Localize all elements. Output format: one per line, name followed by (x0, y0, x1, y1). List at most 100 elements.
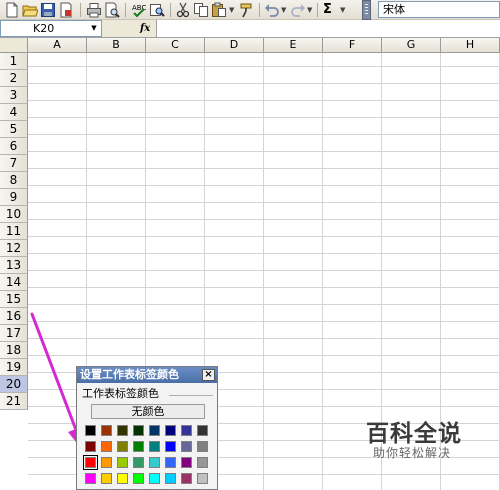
color-swatch[interactable] (165, 441, 176, 452)
name-box[interactable]: K20 (0, 20, 102, 37)
color-swatch[interactable] (197, 441, 208, 452)
redo-icon[interactable] (290, 2, 306, 18)
font-name-select[interactable]: 宋体 (378, 1, 500, 18)
toolbar-separator (170, 3, 171, 17)
undo-icon[interactable] (264, 2, 280, 18)
row-header-20[interactable]: 20 (0, 376, 28, 393)
row-header-3[interactable]: 3 (0, 87, 28, 104)
watermark-logo: 百科全说 助你轻松解决 (345, 408, 475, 468)
color-swatch[interactable] (165, 473, 176, 484)
column-header-d[interactable]: D (205, 38, 264, 53)
color-swatch[interactable] (181, 473, 192, 484)
row-header-21[interactable]: 21 (0, 393, 28, 410)
color-swatch[interactable] (149, 425, 160, 436)
insert-function-icon[interactable]: fx (140, 20, 154, 37)
spelling-icon[interactable]: ABC (131, 2, 147, 18)
row-header-2[interactable]: 2 (0, 70, 28, 87)
color-swatch[interactable] (165, 457, 176, 468)
row-header-13[interactable]: 13 (0, 257, 28, 274)
row-header-9[interactable]: 9 (0, 189, 28, 206)
undo-dropdown-icon[interactable]: ▼ (281, 2, 289, 18)
row-header-5[interactable]: 5 (0, 121, 28, 138)
cut-icon[interactable] (175, 2, 191, 18)
row-header-15[interactable]: 15 (0, 291, 28, 308)
color-swatch[interactable] (117, 425, 128, 436)
color-swatch[interactable] (101, 457, 112, 468)
row-header-1[interactable]: 1 (0, 53, 28, 70)
color-swatch[interactable] (133, 441, 144, 452)
column-header-c[interactable]: C (146, 38, 205, 53)
save-icon[interactable] (40, 2, 56, 18)
watermark-subtitle: 助你轻松解决 (373, 446, 452, 460)
row-header-10[interactable]: 10 (0, 206, 28, 223)
color-swatch[interactable] (101, 425, 112, 436)
color-swatch[interactable] (117, 457, 128, 468)
row-header-14[interactable]: 14 (0, 274, 28, 291)
autosum-dropdown-icon[interactable]: ▼ (340, 2, 348, 18)
name-box-dropdown-icon[interactable]: ▼ (88, 21, 100, 36)
row-header-8[interactable]: 8 (0, 172, 28, 189)
toolbar-separator (317, 3, 318, 17)
row-header-6[interactable]: 6 (0, 138, 28, 155)
color-swatch[interactable] (101, 441, 112, 452)
color-swatch[interactable] (83, 455, 98, 470)
row-header-11[interactable]: 11 (0, 223, 28, 240)
color-swatch[interactable] (149, 457, 160, 468)
redo-dropdown-icon[interactable]: ▼ (307, 2, 315, 18)
toolbar-separator (259, 3, 260, 17)
column-header-f[interactable]: F (323, 38, 382, 53)
formula-bar: K20 ▼ fx (0, 20, 500, 38)
autosum-icon[interactable]: Σ (323, 2, 337, 18)
color-swatch[interactable] (181, 441, 192, 452)
color-swatch[interactable] (117, 473, 128, 484)
new-icon[interactable] (4, 2, 20, 18)
group-label: 工作表标签颜色 (82, 387, 159, 400)
color-swatch[interactable] (85, 441, 96, 452)
open-icon[interactable] (22, 2, 38, 18)
print-icon[interactable] (86, 2, 102, 18)
research-icon[interactable] (149, 2, 165, 18)
color-swatch[interactable] (133, 425, 144, 436)
row-header-19[interactable]: 19 (0, 359, 28, 376)
color-swatch[interactable] (85, 473, 96, 484)
color-swatch[interactable] (181, 457, 192, 468)
column-header-b[interactable]: B (87, 38, 146, 53)
row-header-4[interactable]: 4 (0, 104, 28, 121)
paste-icon[interactable] (211, 2, 227, 18)
select-all-corner[interactable] (0, 38, 28, 53)
print-preview-icon[interactable] (104, 2, 120, 18)
color-swatch[interactable] (181, 425, 192, 436)
paste-dropdown-icon[interactable]: ▼ (229, 2, 237, 18)
color-swatch[interactable] (197, 425, 208, 436)
standard-toolbar: ABC ▼ ▼ ▼ Σ ▼ 宋体 (0, 0, 500, 20)
toolbar-separator (125, 3, 126, 17)
column-header-g[interactable]: G (382, 38, 441, 53)
copy-icon[interactable] (193, 2, 209, 18)
color-swatch[interactable] (85, 425, 96, 436)
no-color-button[interactable]: 无颜色 (91, 404, 205, 419)
row-header-18[interactable]: 18 (0, 342, 28, 359)
color-swatch[interactable] (197, 473, 208, 484)
color-swatch[interactable] (133, 457, 144, 468)
color-swatch[interactable] (197, 457, 208, 468)
color-swatch[interactable] (149, 441, 160, 452)
tab-color-dialog: 设置工作表标签颜色 × 工作表标签颜色 无颜色 (76, 366, 218, 490)
color-swatch[interactable] (101, 473, 112, 484)
color-swatch[interactable] (133, 473, 144, 484)
column-header-h[interactable]: H (441, 38, 500, 53)
close-icon[interactable]: × (202, 369, 215, 381)
format-painter-icon[interactable] (239, 2, 255, 18)
formula-input[interactable] (156, 20, 500, 37)
row-header-16[interactable]: 16 (0, 308, 28, 325)
row-header-12[interactable]: 12 (0, 240, 28, 257)
permission-icon[interactable] (58, 2, 74, 18)
group-divider (169, 395, 213, 396)
row-header-17[interactable]: 17 (0, 325, 28, 342)
color-swatch[interactable] (117, 441, 128, 452)
column-header-a[interactable]: A (28, 38, 87, 53)
color-swatch[interactable] (149, 473, 160, 484)
toolbar-grip-icon[interactable] (362, 0, 371, 20)
color-swatch[interactable] (165, 425, 176, 436)
column-header-e[interactable]: E (264, 38, 323, 53)
row-header-7[interactable]: 7 (0, 155, 28, 172)
